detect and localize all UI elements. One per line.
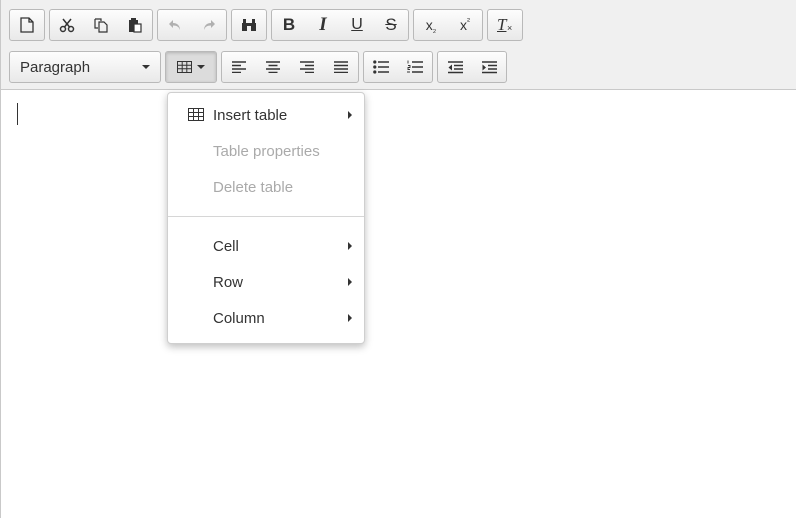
toolbar-row-2: Paragraph <box>9 51 507 85</box>
undo-button[interactable] <box>158 10 192 40</box>
clear-formatting-icon: T × <box>496 15 514 34</box>
indent-button[interactable] <box>472 52 506 82</box>
align-left-icon <box>232 61 246 73</box>
menu-item-label: Table properties <box>213 142 320 160</box>
menu-item-label: Column <box>213 309 265 327</box>
editor-toolbar: B I U S x₂ x² T × Paragraph <box>1 0 796 90</box>
subscript-button[interactable]: x₂ <box>414 10 448 40</box>
search-group <box>231 9 267 41</box>
outdent-icon <box>447 60 463 73</box>
format-select-group: Paragraph <box>9 51 161 83</box>
subscript-mark: ₂ <box>432 24 437 34</box>
numbered-list-icon <box>407 60 423 73</box>
align-left-button[interactable] <box>222 52 256 82</box>
subscript-label: x <box>425 17 433 33</box>
align-right-button[interactable] <box>290 52 324 82</box>
underline-button[interactable]: U <box>340 10 374 40</box>
block-format-select[interactable]: Paragraph <box>10 52 160 82</box>
align-justify-icon <box>334 61 348 73</box>
text-cursor <box>17 103 18 125</box>
clear-formatting-label: T <box>497 15 507 34</box>
copy-button[interactable] <box>84 10 118 40</box>
menu-item-table-properties[interactable]: Table properties <box>168 133 364 169</box>
toolbar-row-1: B I U S x₂ x² T × <box>9 9 523 43</box>
italic-label: I <box>319 14 327 35</box>
table-group <box>165 51 217 83</box>
menu-item-cell[interactable]: Cell <box>168 228 364 264</box>
file-group <box>9 9 45 41</box>
menu-item-label: Delete table <box>213 178 294 196</box>
bullet-list-icon <box>373 60 389 74</box>
superscript-button[interactable]: x² <box>448 10 482 40</box>
outdent-button[interactable] <box>438 52 472 82</box>
align-justify-button[interactable] <box>324 52 358 82</box>
bold-button[interactable]: B <box>272 10 306 40</box>
table-icon <box>188 108 204 121</box>
menu-separator <box>168 216 364 217</box>
rich-text-editor: B I U S x₂ x² T × Paragraph <box>0 0 796 518</box>
underline-label: U <box>351 16 363 33</box>
indent-group <box>437 51 507 83</box>
redo-icon <box>204 20 215 30</box>
script-group: x₂ x² <box>413 9 483 41</box>
italic-button[interactable]: I <box>306 10 340 40</box>
chevron-down-icon <box>142 65 150 69</box>
clear-format-group: T × <box>487 9 523 41</box>
menu-item-delete-table[interactable]: Delete table <box>168 169 364 205</box>
bold-label: B <box>282 15 296 34</box>
redo-button[interactable] <box>192 10 226 40</box>
text-style-group: B I U S <box>271 9 409 41</box>
history-group <box>157 9 227 41</box>
numbered-list-button[interactable] <box>398 52 432 82</box>
new-document-icon <box>20 17 34 33</box>
menu-item-label: Insert table <box>213 106 288 124</box>
copy-icon <box>94 18 108 33</box>
superscript-label: x <box>460 17 467 33</box>
scissors-icon <box>59 18 75 33</box>
menu-item-row[interactable]: Row <box>168 264 364 300</box>
strikethrough-button[interactable]: S <box>374 10 408 40</box>
clipboard-group <box>49 9 153 41</box>
block-format-value: Paragraph <box>20 58 91 76</box>
menu-item-column[interactable]: Column <box>168 300 364 336</box>
paste-button[interactable] <box>118 10 152 40</box>
indent-icon <box>481 60 497 73</box>
alignment-group <box>221 51 359 83</box>
paste-icon <box>129 18 142 33</box>
chevron-right-icon <box>348 242 352 250</box>
align-center-button[interactable] <box>256 52 290 82</box>
undo-icon <box>169 20 180 30</box>
new-document-button[interactable] <box>10 10 44 40</box>
align-right-icon <box>300 61 314 73</box>
cut-button[interactable] <box>50 10 84 40</box>
chevron-right-icon <box>348 111 352 119</box>
bullet-list-button[interactable] <box>364 52 398 82</box>
chevron-right-icon <box>348 314 352 322</box>
table-dropdown-menu: Insert table Table properties Delete tab… <box>167 92 365 344</box>
editor-content-area[interactable] <box>1 90 796 518</box>
menu-item-label: Row <box>213 273 244 291</box>
superscript-mark: ² <box>467 16 470 26</box>
table-dropdown-caret-icon <box>197 65 205 69</box>
clear-formatting-x: × <box>507 23 513 33</box>
binoculars-icon <box>242 19 256 31</box>
table-button[interactable] <box>166 52 216 82</box>
table-icon <box>177 61 192 73</box>
clear-formatting-button[interactable]: T × <box>488 10 522 40</box>
align-center-icon <box>266 61 280 73</box>
find-replace-button[interactable] <box>232 10 266 40</box>
strikethrough-label: S <box>385 15 397 34</box>
chevron-right-icon <box>348 278 352 286</box>
menu-item-label: Cell <box>213 237 239 255</box>
list-group <box>363 51 433 83</box>
menu-item-insert-table[interactable]: Insert table <box>168 97 364 133</box>
